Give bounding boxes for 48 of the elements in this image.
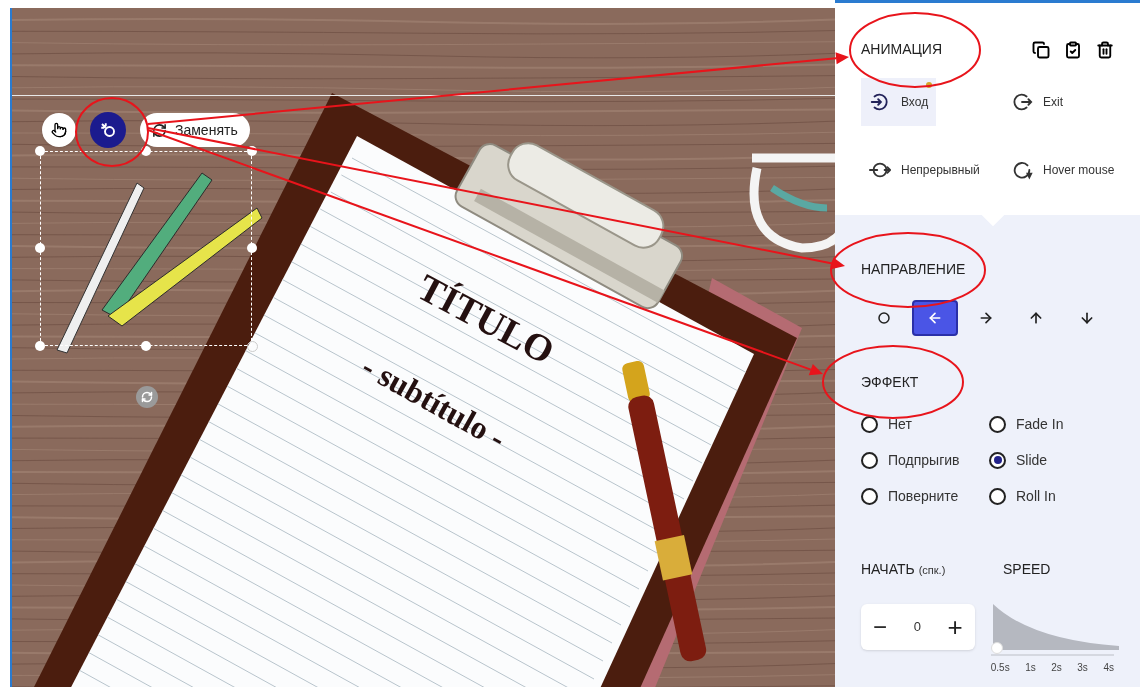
speed-tick-label: 4s: [1103, 661, 1114, 675]
radio-button[interactable]: [989, 415, 1006, 433]
start-label: НАЧАТЬ: [861, 560, 915, 579]
resize-handle[interactable]: [247, 243, 257, 253]
effect-label: Roll In: [1016, 486, 1056, 506]
rotate-icon: [141, 391, 153, 403]
radio-button[interactable]: [989, 451, 1006, 469]
start-unit: (спк.): [918, 563, 946, 578]
copy-icon: [1032, 40, 1050, 59]
direction-button[interactable]: [911, 300, 958, 336]
speed-label: SPEED: [1003, 560, 1051, 579]
speed-tick-label: 2s: [1051, 661, 1062, 675]
hover-circle-icon: [1011, 159, 1033, 181]
resize-handle[interactable]: [35, 146, 45, 156]
clipboard-check-icon: [1064, 40, 1082, 59]
increment-button[interactable]: +: [947, 614, 963, 640]
checklist-button[interactable]: [1064, 40, 1082, 59]
radio-button[interactable]: [861, 451, 878, 469]
exit-circle-icon: [1011, 91, 1033, 113]
effect-label: Подпрыгив: [888, 450, 960, 470]
effect-label: Поверните: [888, 486, 959, 506]
animation-type-button[interactable]: Вход: [861, 78, 937, 126]
direction-heading: НАПРАВЛЕНИЕ: [861, 260, 967, 279]
effect-heading: ЭФФЕКТ: [861, 373, 920, 392]
resize-handle[interactable]: [141, 146, 151, 156]
effect-label: Нет: [888, 414, 912, 434]
panel-title: АНИМАЦИЯ: [861, 40, 943, 59]
resize-handle[interactable]: [35, 243, 45, 253]
resize-handle[interactable]: [141, 341, 151, 351]
speed-tick-label: 1s: [1025, 661, 1036, 675]
duplicate-button[interactable]: [1032, 40, 1050, 59]
speed-tick-label: 3s: [1077, 661, 1088, 675]
circle-icon: [878, 312, 890, 324]
delete-button[interactable]: [1096, 40, 1114, 59]
effect-label: Fade In: [1016, 414, 1064, 434]
radio-button[interactable]: [861, 487, 878, 505]
sparkle-circle-icon: [99, 121, 117, 139]
hand-pointer-icon: [51, 122, 67, 138]
decrement-button[interactable]: −: [873, 615, 887, 639]
radio-button[interactable]: [989, 487, 1006, 505]
resize-handle[interactable]: [247, 146, 257, 156]
trash-icon: [1096, 40, 1114, 59]
start-value: 0: [913, 618, 921, 637]
refresh-icon: [152, 122, 167, 138]
speed-tick-label: 0.5s: [990, 661, 1010, 675]
slider-thumb[interactable]: [990, 642, 1003, 654]
effect-label: Slide: [1016, 450, 1048, 470]
resize-handle[interactable]: [35, 341, 45, 351]
